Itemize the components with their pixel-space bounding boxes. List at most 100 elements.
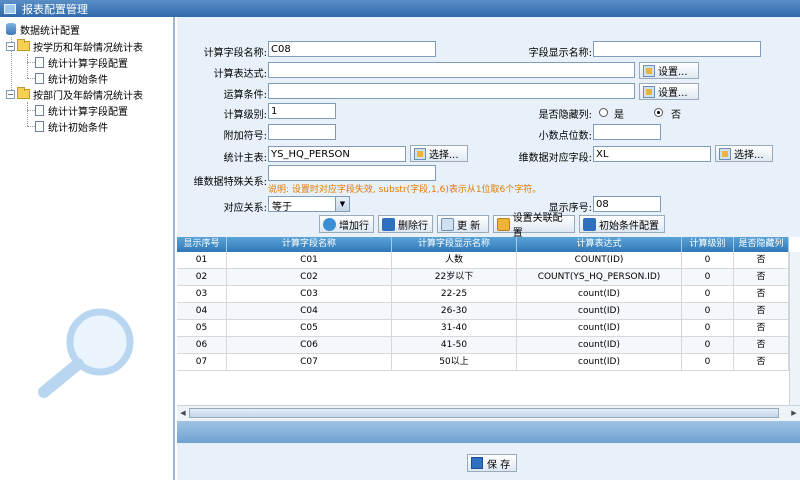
calc-field-name-label: 计算字段名称:	[203, 48, 267, 59]
button-label: 设置...	[658, 88, 688, 99]
folder-icon	[17, 39, 30, 51]
tree-group-department[interactable]: − 按部门及年龄情况统计表	[6, 86, 143, 102]
calc-condition-set-button[interactable]: 设置...	[639, 83, 699, 100]
table-row[interactable]: 01 C01 人数 COUNT(ID) 0 否	[177, 252, 789, 269]
settings-icon	[497, 217, 510, 231]
button-label: 增加行	[339, 220, 369, 232]
tree-group-label: 按部门及年龄情况统计表	[33, 90, 143, 102]
tree-item-label: 统计计算字段配置	[48, 106, 128, 118]
settings-icon	[643, 64, 655, 77]
config-icon	[583, 217, 596, 231]
dimension-field-label: 维数据对应字段:	[518, 153, 592, 164]
tree-item-init-condition[interactable]: 统计初始条件	[35, 70, 108, 86]
document-icon	[35, 56, 44, 68]
relation-select[interactable]: 等于 ▼	[268, 196, 350, 213]
sidebar-tree-panel: 数据统计配置 − 按学历和年龄情况统计表 统计计算字段配置 统计初始条件 − 按…	[0, 17, 175, 480]
refresh-button[interactable]: 更 新	[437, 215, 489, 233]
config-form-panel: 计算字段名称: 字段显示名称: 计算表达式: 设置... 运算条件: 设置...…	[177, 17, 800, 480]
hidden-col-yes-label: 是	[614, 110, 624, 121]
save-button[interactable]: 保 存	[467, 454, 517, 472]
field-display-name-label: 字段显示名称:	[528, 48, 592, 59]
calc-expr-label: 计算表达式:	[213, 69, 267, 80]
column-header[interactable]: 是否隐藏列	[734, 237, 789, 252]
dimension-field-choose-button[interactable]: 选择...	[715, 145, 773, 162]
calc-field-name-input[interactable]	[268, 41, 436, 57]
button-label: 删除行	[398, 220, 428, 232]
horizontal-scrollbar[interactable]: ◀ ▶	[177, 405, 800, 421]
chevron-down-icon[interactable]: ▼	[335, 197, 349, 211]
tree-item-init-condition[interactable]: 统计初始条件	[35, 118, 108, 134]
append-symbol-label: 附加符号:	[223, 131, 267, 142]
button-label: 设置关联配置	[512, 213, 563, 239]
window-title: 报表配置管理	[22, 2, 88, 16]
table-row[interactable]: 05 C05 31-40 count(ID) 0 否	[177, 320, 789, 337]
collapse-icon[interactable]: −	[6, 89, 15, 99]
button-label: 设置...	[658, 67, 688, 78]
column-header[interactable]: 显示序号	[177, 237, 227, 252]
button-label: 选择...	[734, 150, 764, 161]
dimension-special-label: 维数据特殊关系:	[193, 177, 267, 188]
button-label: 更 新	[457, 220, 481, 232]
magnifier-icon	[38, 308, 134, 398]
main-table-choose-button[interactable]: 选择...	[410, 145, 468, 162]
calc-expr-input[interactable]	[268, 62, 635, 78]
display-order-input[interactable]	[593, 196, 661, 212]
main-table-label: 统计主表:	[223, 153, 267, 164]
table-row[interactable]: 06 C06 41-50 count(ID) 0 否	[177, 337, 789, 354]
column-header[interactable]: 计算表达式	[517, 237, 682, 252]
button-label: 初始条件配置	[599, 220, 659, 232]
field-display-name-input[interactable]	[593, 41, 761, 57]
tree-root[interactable]: 数据统计配置	[6, 21, 80, 37]
calc-condition-input[interactable]	[268, 83, 635, 99]
tree-item-calc-field-config[interactable]: 统计计算字段配置	[35, 102, 128, 118]
decimal-places-input[interactable]	[593, 124, 661, 140]
dimension-field-input[interactable]	[593, 146, 711, 162]
refresh-icon	[441, 217, 454, 231]
tree-item-label: 统计初始条件	[48, 74, 108, 86]
window-titlebar: 报表配置管理	[0, 0, 800, 17]
main-table-input[interactable]	[268, 146, 406, 162]
tree-group-education[interactable]: − 按学历和年龄情况统计表	[6, 38, 143, 54]
collapse-icon[interactable]: −	[6, 41, 15, 51]
relation-label: 对应关系:	[223, 203, 267, 214]
delete-icon	[382, 217, 395, 231]
set-relation-button[interactable]: 设置关联配置	[493, 213, 575, 239]
save-icon	[471, 457, 483, 469]
init-condition-button[interactable]: 初始条件配置	[579, 215, 665, 233]
relation-value: 等于	[272, 202, 292, 213]
hidden-col-yes-radio[interactable]	[599, 108, 608, 117]
hint-text: 说明: 设置时对应字段失效, substr(字段,1,6)表示从1位取6个字符。	[268, 185, 542, 195]
calc-level-input[interactable]	[268, 103, 336, 119]
grid-footer-bar	[177, 421, 800, 443]
column-header[interactable]: 计算级别	[682, 237, 734, 252]
tree-group-label: 按学历和年龄情况统计表	[33, 42, 143, 54]
decimal-places-label: 小数点位数:	[538, 131, 592, 142]
hidden-col-no-label: 否	[671, 110, 681, 121]
scroll-thumb[interactable]	[189, 408, 779, 418]
table-row[interactable]: 07 C07 50以上 count(ID) 0 否	[177, 354, 789, 371]
document-icon	[35, 120, 44, 132]
column-header[interactable]: 计算字段显示名称	[392, 237, 517, 252]
table-row[interactable]: 04 C04 26-30 count(ID) 0 否	[177, 303, 789, 320]
settings-icon	[643, 85, 655, 98]
button-label: 选择...	[429, 150, 459, 161]
calc-expr-set-button[interactable]: 设置...	[639, 62, 699, 79]
delete-row-button[interactable]: 删除行	[378, 215, 433, 233]
tree-item-calc-field-config[interactable]: 统计计算字段配置	[35, 54, 128, 70]
append-symbol-input[interactable]	[268, 124, 336, 140]
hidden-col-no-radio[interactable]	[654, 108, 663, 117]
hidden-col-label: 是否隐藏列:	[538, 110, 592, 121]
table-row[interactable]: 03 C03 22-25 count(ID) 0 否	[177, 286, 789, 303]
select-icon	[414, 147, 426, 160]
table-row[interactable]: 02 C02 22岁以下 COUNT(YS_HQ_PERSON.ID) 0 否	[177, 269, 789, 286]
scroll-left-icon[interactable]: ◀	[178, 407, 188, 419]
vertical-scrollbar[interactable]	[789, 252, 800, 405]
tree-item-label: 统计初始条件	[48, 122, 108, 134]
scroll-right-icon[interactable]: ▶	[789, 407, 799, 419]
column-header[interactable]: 计算字段名称	[227, 237, 392, 252]
add-row-button[interactable]: 增加行	[319, 215, 374, 233]
tree-root-label: 数据统计配置	[20, 25, 80, 37]
folder-icon	[17, 87, 30, 99]
dimension-special-input[interactable]	[268, 165, 436, 181]
database-icon	[6, 23, 16, 35]
